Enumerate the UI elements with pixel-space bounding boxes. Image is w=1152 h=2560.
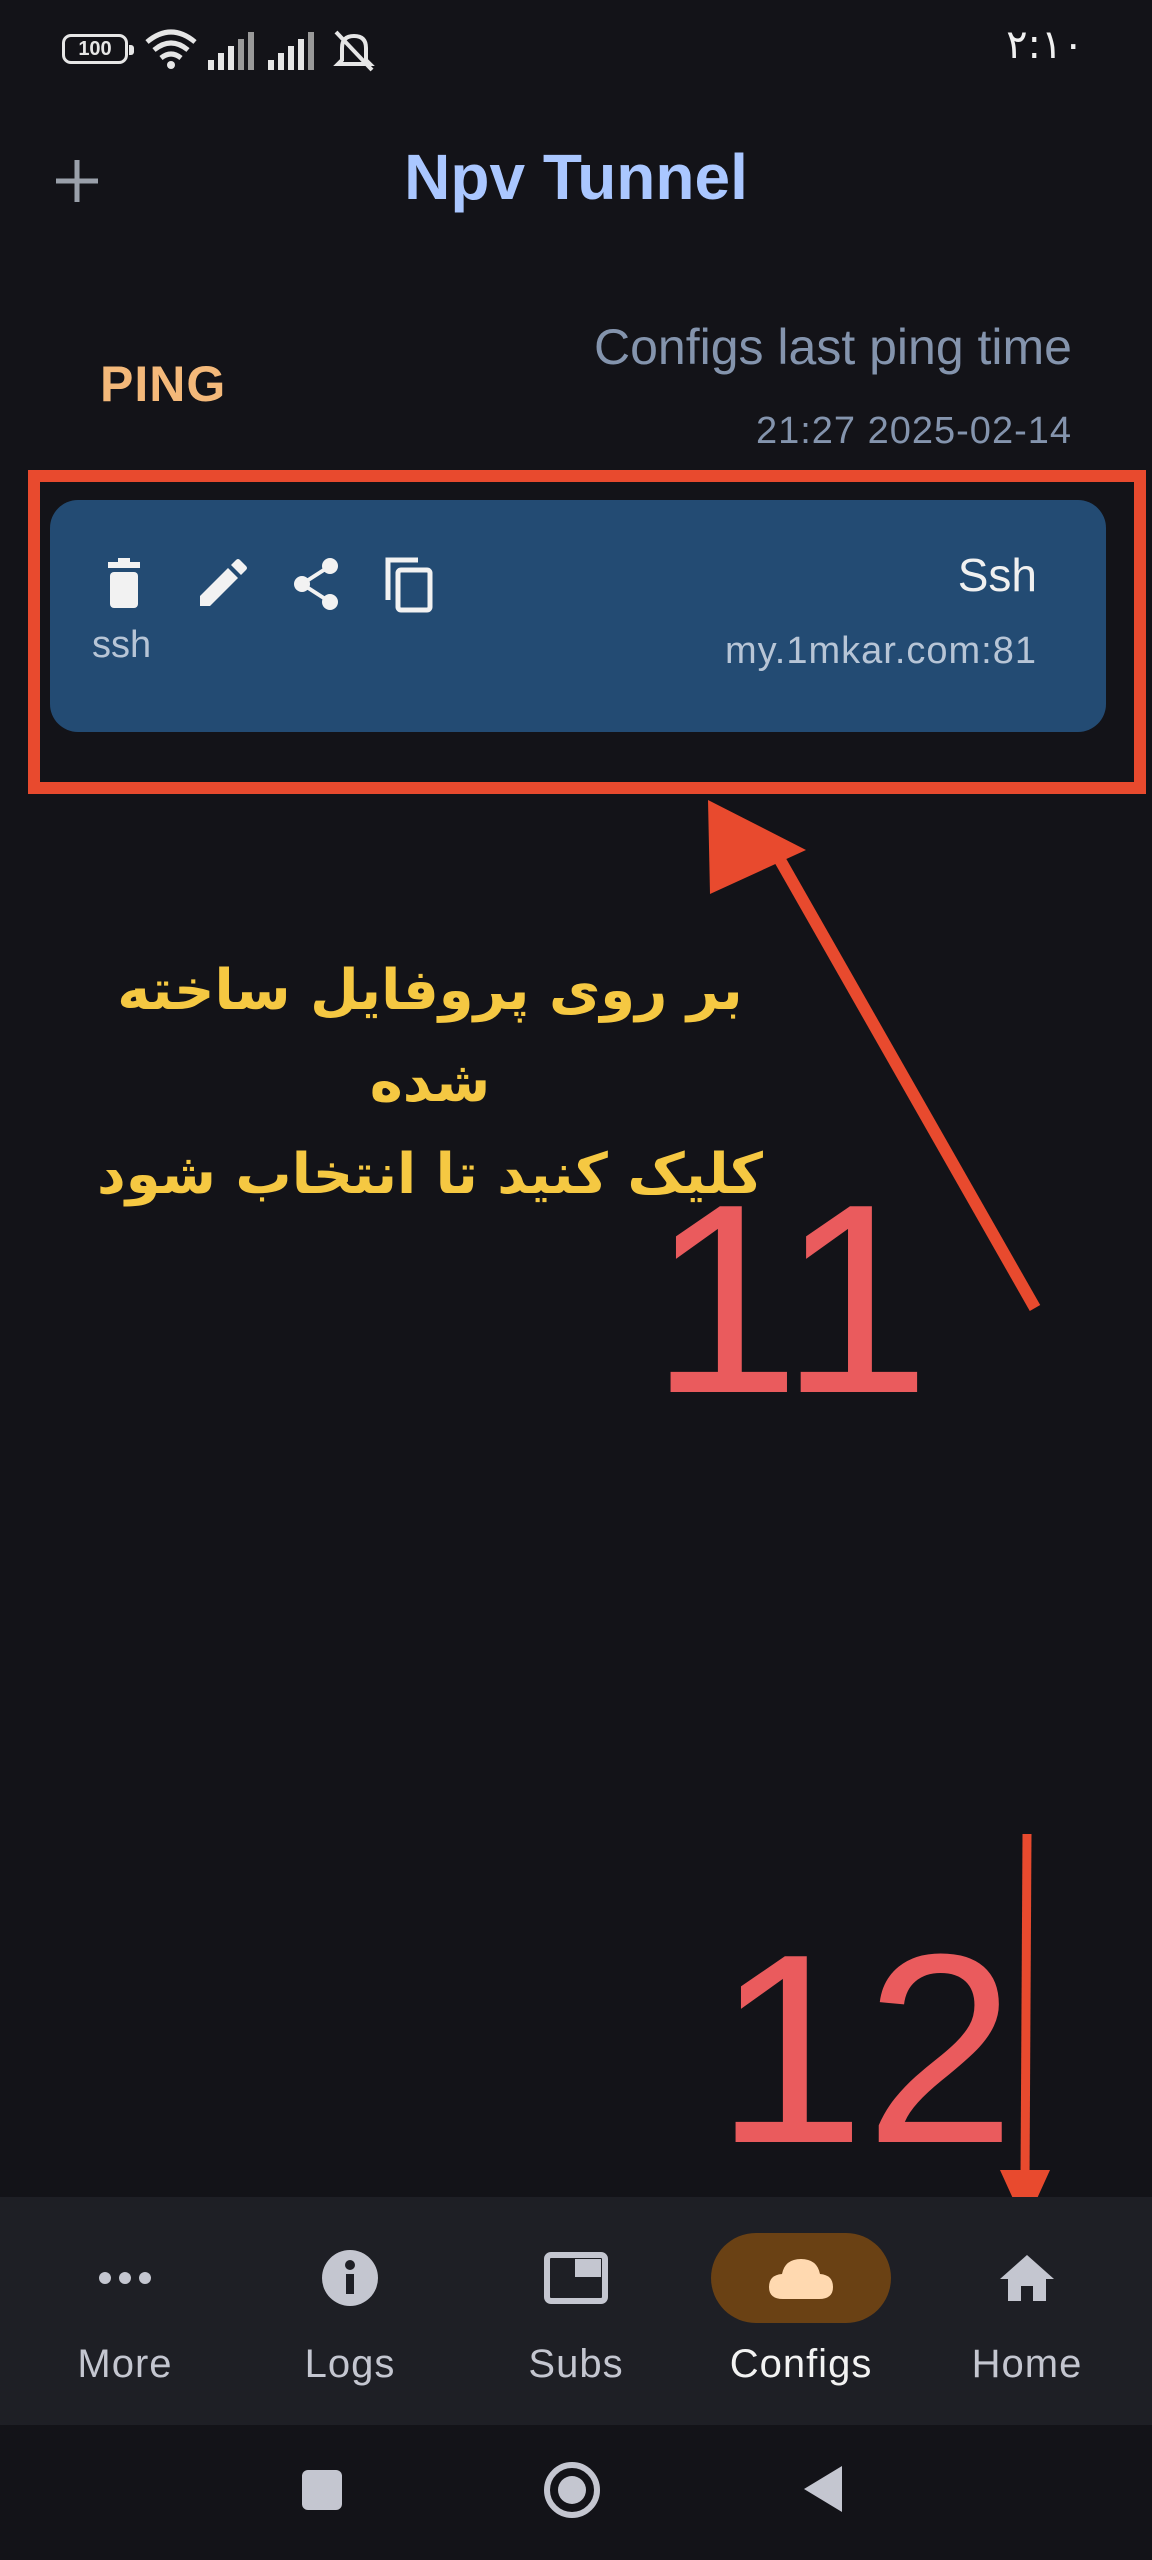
config-name: Ssh <box>957 549 1037 601</box>
muted-bell-icon <box>333 30 375 72</box>
nav-item-configs[interactable]: Configs <box>701 2197 901 2425</box>
step-number-12: 12 <box>715 1899 1016 2200</box>
recents-icon[interactable] <box>298 2466 346 2514</box>
config-card[interactable] <box>50 500 1106 732</box>
back-icon[interactable] <box>800 2462 846 2516</box>
nav-item-logs[interactable]: Logs <box>250 2197 450 2425</box>
status-bar: 100 ۲:۱۰ <box>0 0 1152 100</box>
share-icon[interactable] <box>286 554 346 614</box>
active-indicator <box>711 2233 891 2323</box>
nav-label-subs: Subs <box>528 2342 624 2386</box>
delete-icon[interactable] <box>94 554 154 614</box>
ping-title: Configs last ping time <box>593 319 1072 375</box>
nav-item-subs[interactable]: Subs <box>476 2197 676 2425</box>
nav-label-home: Home <box>971 2342 1083 2386</box>
config-type-label: ssh <box>92 624 152 666</box>
signal-icon-sim2 <box>268 32 314 70</box>
battery-icon: 100 <box>62 34 134 64</box>
edit-icon[interactable] <box>190 554 250 614</box>
subs-icon <box>544 2252 608 2304</box>
copy-icon[interactable] <box>380 554 440 614</box>
info-icon <box>322 2250 378 2306</box>
signal-icon-sim1 <box>208 32 254 70</box>
more-icon <box>99 2272 151 2284</box>
home-icon <box>1000 2255 1054 2301</box>
ping-timestamp: 21:27 2025-02-14 <box>755 410 1072 452</box>
config-host: my.1mkar.com:81 <box>724 630 1037 672</box>
cloud-icon <box>769 2259 833 2299</box>
nav-label-logs: Logs <box>304 2342 396 2386</box>
clock: ۲:۱۰ <box>1006 22 1084 68</box>
app-title: Npv Tunnel <box>404 141 748 213</box>
nav-item-more[interactable]: More <box>25 2197 225 2425</box>
wifi-icon <box>145 29 197 69</box>
home-button-icon[interactable] <box>542 2460 602 2520</box>
nav-item-home[interactable]: Home <box>927 2197 1127 2425</box>
ping-button[interactable]: PING <box>100 355 226 413</box>
nav-label-configs: Configs <box>729 2342 873 2386</box>
nav-label-more: More <box>77 2342 173 2386</box>
step-number-11: 11 <box>650 1149 931 1450</box>
instruction-line-1: بر روی پروفایل ساخته شده <box>117 958 743 1115</box>
